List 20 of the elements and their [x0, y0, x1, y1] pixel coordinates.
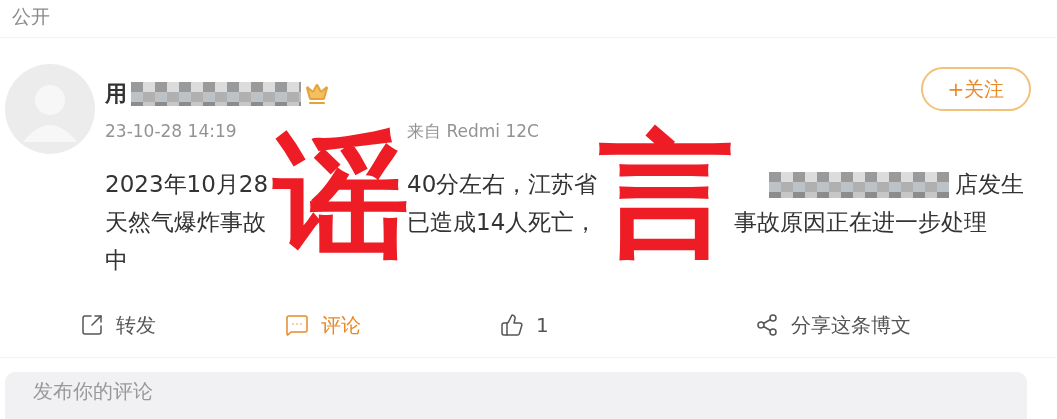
post-text: 天然气爆炸事故	[105, 207, 266, 237]
visibility-label: 公开	[12, 5, 50, 27]
post-text: 店发生	[955, 170, 1024, 199]
post-text: 40分左右，江苏省	[407, 171, 598, 197]
thumbs-up-icon	[500, 313, 524, 337]
post-meta: 23-10-28 14:19	[105, 121, 238, 141]
rumor-label: 谣	[273, 127, 409, 263]
comment-field[interactable]: 发布你的评论	[5, 372, 1027, 419]
post-text: 2023年10月28	[105, 170, 269, 199]
share-icon	[755, 313, 779, 337]
repost-button[interactable]: 转发	[80, 311, 156, 339]
external-link-icon	[80, 313, 104, 337]
author-name[interactable]: 用	[105, 79, 127, 109]
post-text: 已造成14人死亡，	[407, 208, 598, 235]
post-text: 事故原因正在进一步处理	[734, 207, 987, 237]
like-button[interactable]: 1	[500, 313, 549, 337]
post-text: 中	[105, 245, 128, 275]
comment-icon	[285, 313, 309, 337]
post-meta: 来自 Redmi 12C	[407, 119, 540, 143]
share-button[interactable]: 分享这条博文	[755, 311, 911, 339]
